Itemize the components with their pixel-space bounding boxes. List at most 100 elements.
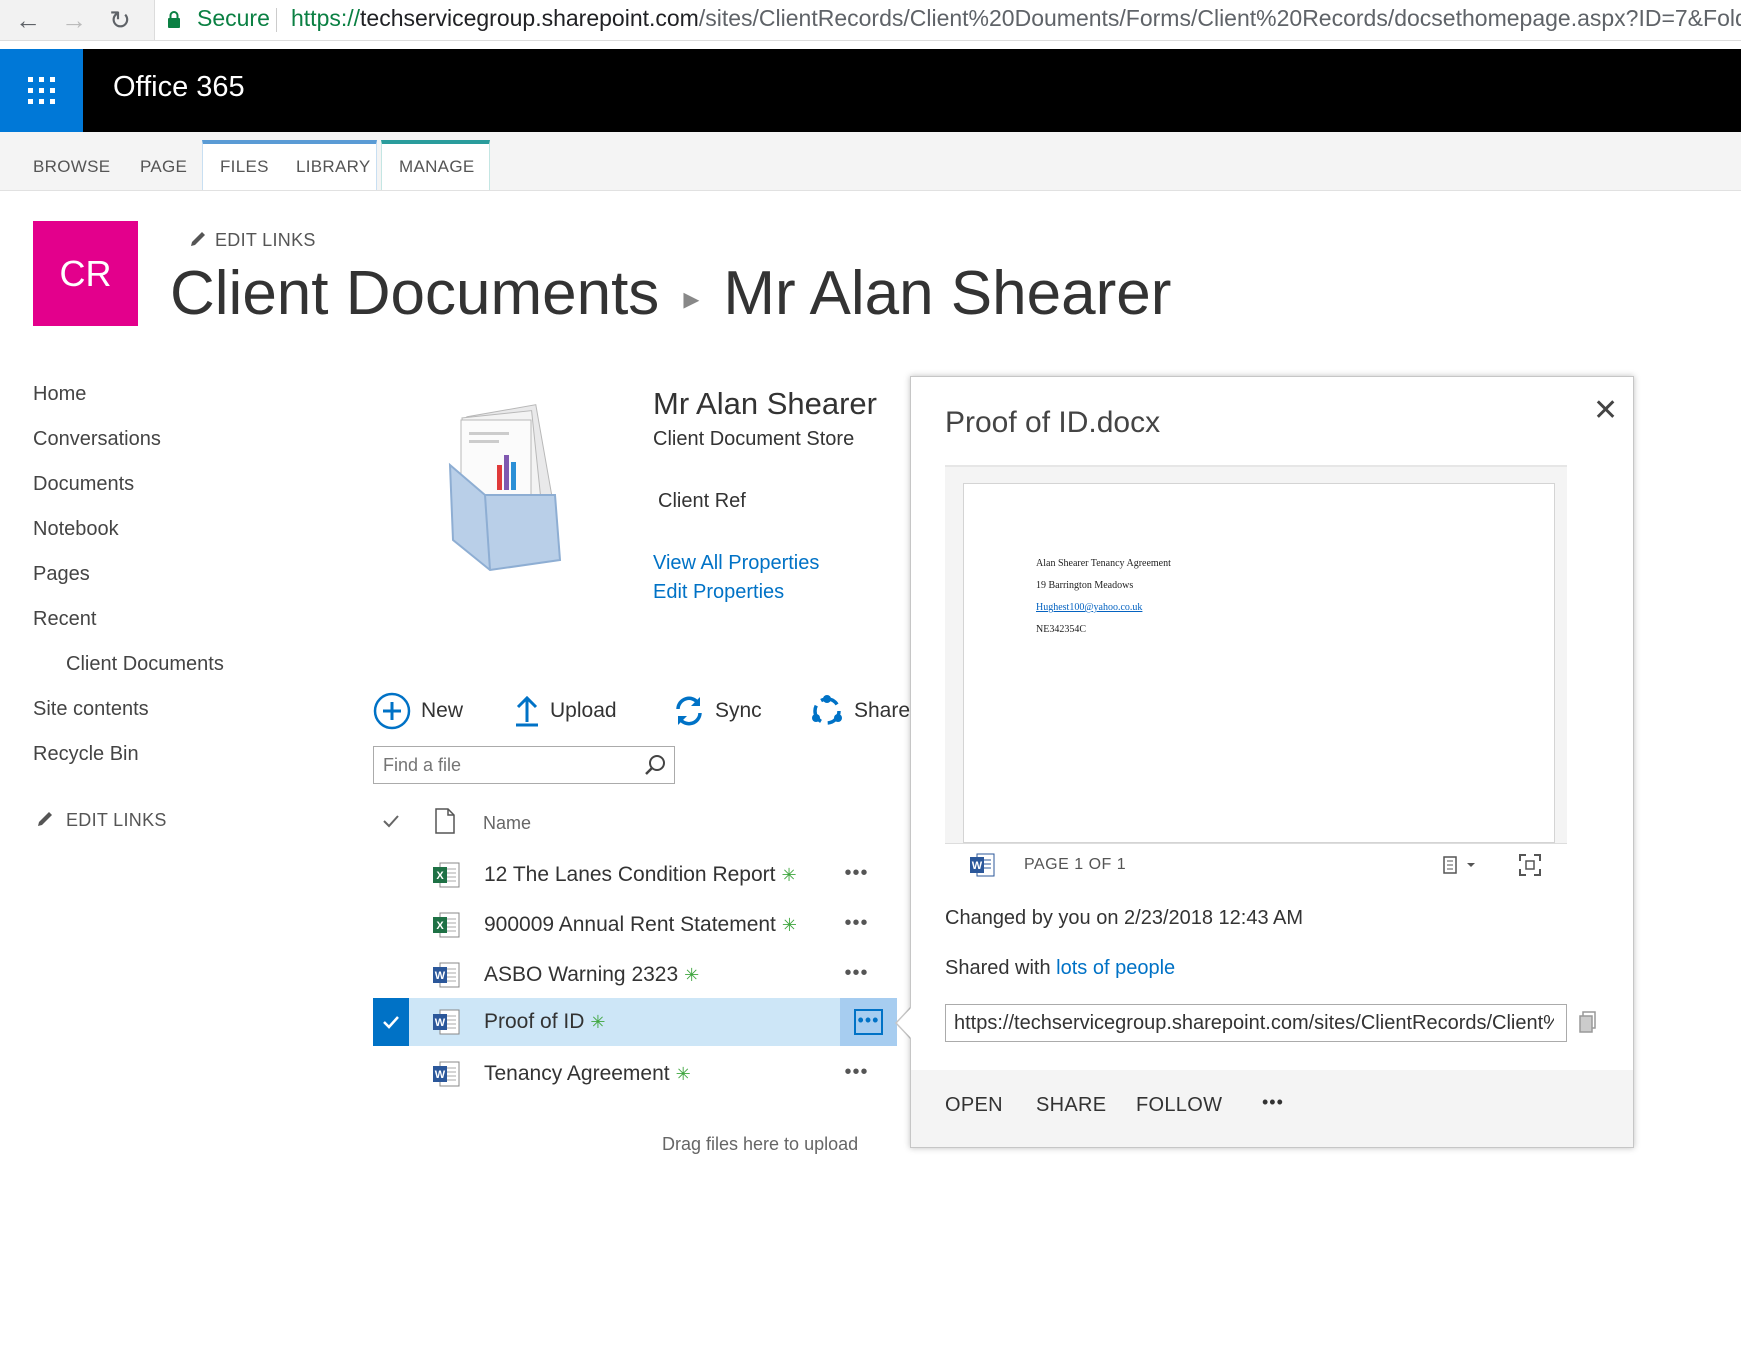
table-row[interactable]: X 12 The Lanes Condition Report ✳ ••• xyxy=(373,851,897,899)
preview-line: 19 Barrington Meadows xyxy=(1036,580,1134,591)
forward-icon[interactable]: → xyxy=(58,4,90,36)
tab-library[interactable]: LIBRARY xyxy=(296,132,371,190)
table-row-selected[interactable]: W Proof of ID ✳ ••• xyxy=(373,998,897,1046)
client-ref-label: Client Ref xyxy=(658,490,746,512)
upload-label: Upload xyxy=(550,699,617,722)
find-file-input[interactable] xyxy=(374,747,633,783)
file-name[interactable]: Tenancy Agreement xyxy=(484,1062,670,1085)
search-icon[interactable] xyxy=(644,754,666,776)
view-all-properties-link[interactable]: View All Properties xyxy=(653,552,819,575)
share-button[interactable]: Share xyxy=(810,694,910,728)
url-path: /sites/ClientRecords/Client%20Douments/F… xyxy=(698,5,1741,31)
row-check[interactable] xyxy=(373,901,409,949)
nav-pages[interactable]: Pages xyxy=(33,563,90,586)
sync-button[interactable]: Sync xyxy=(673,694,762,728)
docset-subtitle: Client Document Store xyxy=(653,428,855,450)
plus-circle-icon xyxy=(373,692,411,730)
breadcrumb-root[interactable]: Client Documents xyxy=(170,259,659,328)
nav-recent[interactable]: Recent xyxy=(33,608,96,631)
new-item-icon: ✳ xyxy=(675,1064,691,1084)
shared-with-link[interactable]: lots of people xyxy=(1056,957,1175,979)
address-separator xyxy=(276,8,277,32)
document-link-input[interactable] xyxy=(946,1005,1562,1041)
preview-line: NE342354C xyxy=(1036,624,1086,635)
svg-text:X: X xyxy=(436,870,444,882)
nav-recycle-bin[interactable]: Recycle Bin xyxy=(33,743,139,766)
open-action[interactable]: OPEN xyxy=(945,1094,1003,1117)
row-check[interactable] xyxy=(373,1050,409,1098)
table-row[interactable]: W Tenancy Agreement ✳ ••• xyxy=(373,1050,897,1098)
suite-brand[interactable]: Office 365 xyxy=(113,71,245,104)
lock-icon xyxy=(168,11,180,28)
nav-conversations[interactable]: Conversations xyxy=(33,428,161,451)
more-actions-icon[interactable]: ••• xyxy=(1262,1092,1284,1113)
word-file-icon: W xyxy=(433,1061,460,1087)
document-preview[interactable]: Alan Shearer Tenancy Agreement 19 Barrin… xyxy=(945,465,1567,845)
edit-properties-link[interactable]: Edit Properties xyxy=(653,581,784,604)
url-scheme: https:// xyxy=(291,5,361,31)
file-type-header-icon xyxy=(435,808,455,834)
sync-icon xyxy=(676,696,702,726)
tab-manage[interactable]: MANAGE xyxy=(399,132,474,190)
ribbon: BROWSE PAGE FILES LIBRARY MANAGE xyxy=(0,132,1741,191)
row-check[interactable] xyxy=(373,998,409,1046)
tab-page[interactable]: PAGE xyxy=(140,132,187,190)
nav-site-contents[interactable]: Site contents xyxy=(33,698,149,721)
tab-files[interactable]: FILES xyxy=(220,132,269,190)
table-row[interactable]: X 900009 Annual Rent Statement ✳ ••• xyxy=(373,901,897,949)
callout-actions: OPEN SHARE FOLLOW ••• xyxy=(911,1070,1633,1147)
upload-icon xyxy=(516,695,538,727)
share-label: Share xyxy=(854,699,911,722)
url-host: techservicegroup.sharepoint.com xyxy=(360,5,699,31)
fullscreen-icon[interactable] xyxy=(1519,854,1541,876)
back-icon[interactable]: ← xyxy=(12,4,44,36)
share-action[interactable]: SHARE xyxy=(1036,1094,1106,1117)
preview-toolbar: W PAGE 1 OF 1 xyxy=(945,843,1567,886)
drag-drop-hint: Drag files here to upload xyxy=(662,1134,859,1154)
browser-toolbar: ← → ↻ Secure https://techservicegroup.sh… xyxy=(0,0,1741,41)
edit-links-label: EDIT LINKS xyxy=(66,810,167,830)
nav-documents[interactable]: Documents xyxy=(33,473,134,496)
copy-link-icon[interactable] xyxy=(1579,1011,1597,1033)
file-name[interactable]: 900009 Annual Rent Statement xyxy=(484,913,776,936)
tab-browse[interactable]: BROWSE xyxy=(33,132,110,190)
page-view-dropdown-icon[interactable] xyxy=(1442,856,1478,874)
more-options-button[interactable]: ••• xyxy=(840,911,873,939)
close-icon[interactable]: ✕ xyxy=(1593,393,1618,428)
reload-icon[interactable]: ↻ xyxy=(104,4,136,36)
row-check[interactable] xyxy=(373,851,409,899)
share-icon xyxy=(812,695,842,725)
callout-title[interactable]: Proof of ID.docx xyxy=(945,406,1160,440)
find-file-search[interactable] xyxy=(373,746,675,784)
file-name[interactable]: ASBO Warning 2323 xyxy=(484,963,678,986)
more-options-button[interactable]: ••• xyxy=(840,961,873,989)
file-name[interactable]: 12 The Lanes Condition Report xyxy=(484,863,775,886)
nav-client-documents[interactable]: Client Documents xyxy=(66,653,224,676)
more-options-button[interactable]: ••• xyxy=(840,861,873,889)
table-row[interactable]: W ASBO Warning 2323 ✳ ••• xyxy=(373,951,897,999)
new-item-icon: ✳ xyxy=(781,865,797,885)
site-logo[interactable]: CR xyxy=(33,221,138,326)
nav-notebook[interactable]: Notebook xyxy=(33,518,119,541)
address-bar[interactable]: Secure https://techservicegroup.sharepoi… xyxy=(154,0,1741,40)
select-all-check-icon[interactable] xyxy=(382,813,400,829)
more-options-button[interactable]: ••• xyxy=(854,1009,883,1035)
nav-home[interactable]: Home xyxy=(33,383,86,406)
edit-links-nav[interactable]: EDIT LINKS xyxy=(36,810,167,831)
name-column-header[interactable]: Name xyxy=(483,813,531,834)
url-text[interactable]: https://techservicegroup.sharepoint.com/… xyxy=(291,5,1741,32)
document-link-box[interactable] xyxy=(945,1004,1567,1042)
app-launcher-button[interactable] xyxy=(0,49,83,132)
docset-title: Mr Alan Shearer xyxy=(653,386,877,421)
new-button[interactable]: New xyxy=(373,692,463,730)
edit-links-top[interactable]: EDIT LINKS xyxy=(189,230,316,251)
upload-button[interactable]: Upload xyxy=(514,694,617,728)
row-check[interactable] xyxy=(373,951,409,999)
file-name[interactable]: Proof of ID xyxy=(484,1010,584,1033)
new-label: New xyxy=(421,699,464,722)
page-count: PAGE 1 OF 1 xyxy=(1024,856,1127,873)
follow-action[interactable]: FOLLOW xyxy=(1136,1094,1222,1117)
more-options-button[interactable]: ••• xyxy=(840,1060,873,1088)
changed-info: Changed by you on 2/23/2018 12:43 AM xyxy=(945,907,1304,929)
new-item-icon: ✳ xyxy=(684,965,700,985)
